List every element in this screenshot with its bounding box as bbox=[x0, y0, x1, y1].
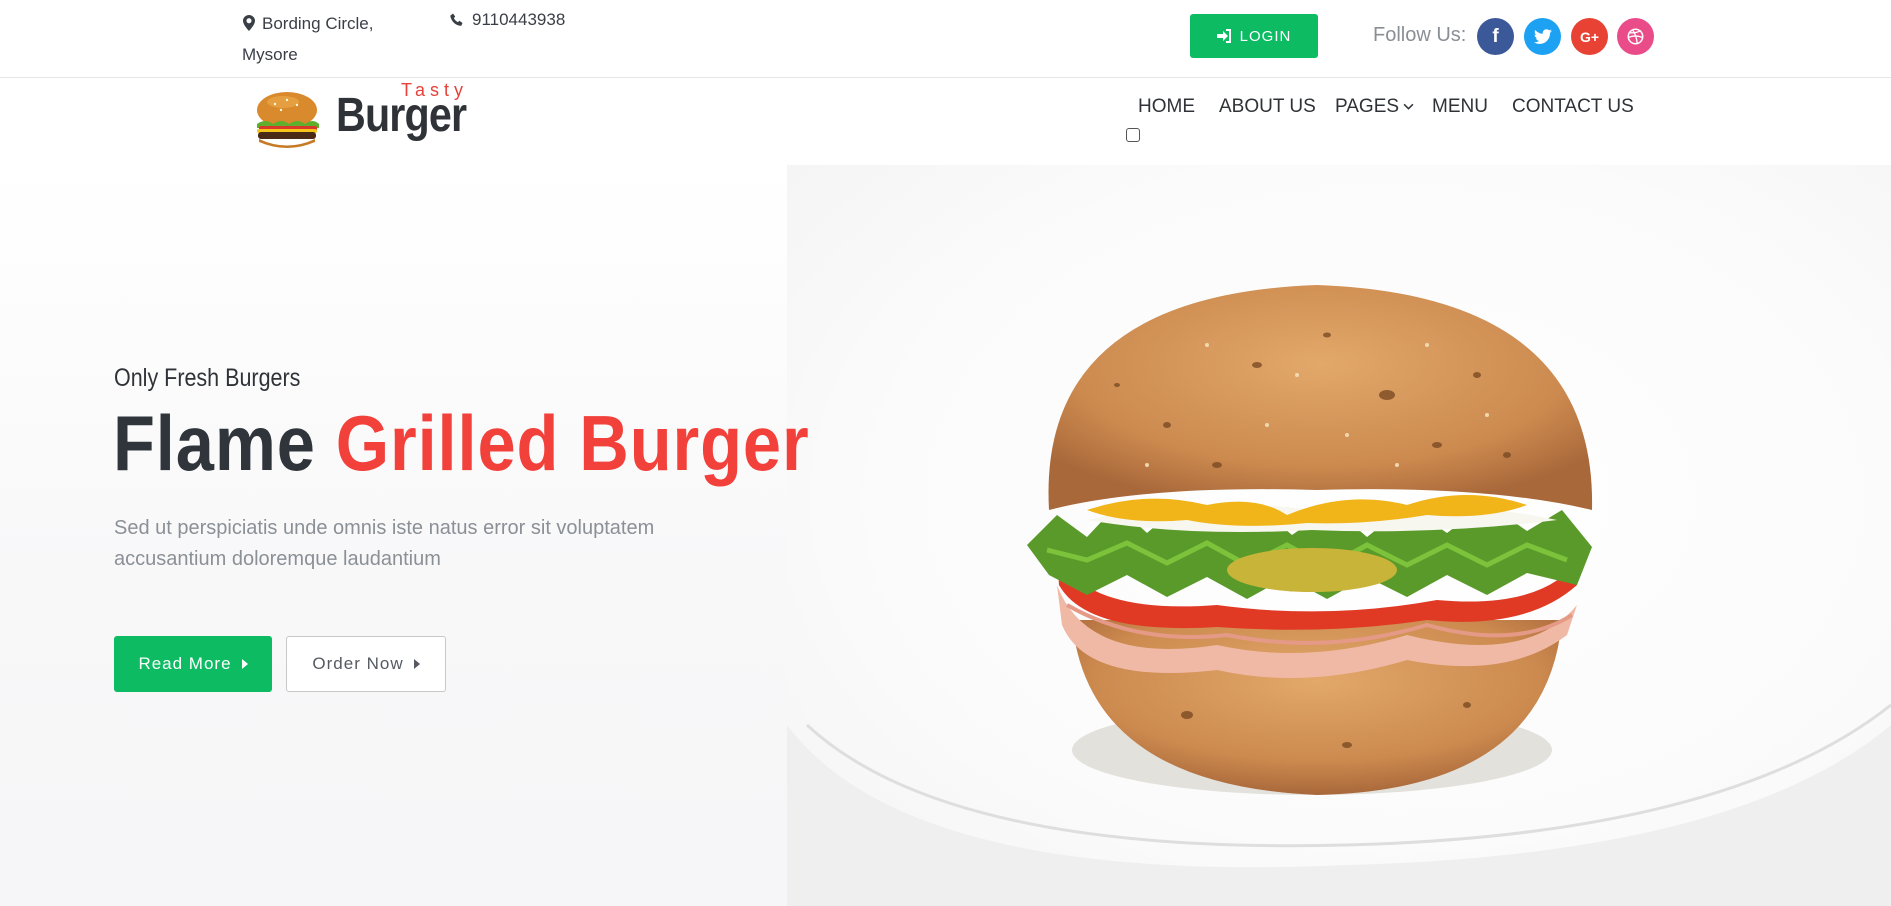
chevron-down-icon bbox=[1403, 103, 1414, 110]
follow-label: Follow Us: bbox=[1373, 24, 1467, 46]
hero-headline: Flame Grilled Burger bbox=[113, 398, 810, 489]
nav-toggle-checkbox[interactable] bbox=[1126, 128, 1140, 142]
map-marker-icon bbox=[243, 15, 255, 31]
hero-description: Sed ut perspiciatis unde omnis iste natu… bbox=[114, 517, 655, 570]
login-label: LOGIN bbox=[1239, 27, 1292, 45]
burger-photo bbox=[787, 285, 1891, 906]
sign-in-icon bbox=[1216, 29, 1231, 43]
nav-pages[interactable]: PAGES bbox=[1335, 96, 1414, 118]
address-text: Bording Circle, Mysore bbox=[242, 14, 374, 64]
twitter-icon[interactable] bbox=[1524, 18, 1561, 55]
order-now-label: Order Now bbox=[312, 654, 404, 673]
logo-brand-name[interactable]: Burger bbox=[336, 88, 467, 143]
login-button[interactable]: LOGIN bbox=[1190, 14, 1318, 58]
caret-right-icon bbox=[241, 659, 248, 669]
logo-burger-icon[interactable] bbox=[253, 90, 321, 152]
read-more-button[interactable]: Read More bbox=[114, 636, 272, 692]
phone-number: 9110443938 bbox=[472, 10, 566, 29]
hero-image bbox=[787, 165, 1891, 906]
nav-home[interactable]: HOME bbox=[1138, 96, 1195, 118]
nav-menu[interactable]: MENU bbox=[1432, 96, 1488, 118]
nav-about-us[interactable]: ABOUT US bbox=[1219, 96, 1316, 118]
address-info: Bording Circle, Mysore bbox=[242, 8, 412, 70]
nav-pages-label: PAGES bbox=[1335, 96, 1400, 117]
read-more-label: Read More bbox=[138, 654, 232, 673]
phone-icon bbox=[450, 13, 463, 26]
caret-right-icon bbox=[413, 659, 420, 669]
google-plus-icon[interactable]: G+ bbox=[1571, 18, 1608, 55]
dribbble-icon[interactable] bbox=[1617, 18, 1654, 55]
top-bar: Bording Circle, Mysore 9110443938 LOGIN … bbox=[0, 0, 1891, 78]
headline-red-part: Grilled Burger bbox=[335, 399, 810, 487]
hero-tagline: Only Fresh Burgers bbox=[114, 364, 301, 392]
facebook-icon[interactable]: f bbox=[1477, 18, 1514, 55]
nav-contact-us[interactable]: CONTACT US bbox=[1512, 96, 1634, 118]
order-now-button[interactable]: Order Now bbox=[286, 636, 446, 692]
headline-dark-part: Flame bbox=[113, 399, 316, 487]
phone-info: 9110443938 bbox=[450, 8, 565, 32]
